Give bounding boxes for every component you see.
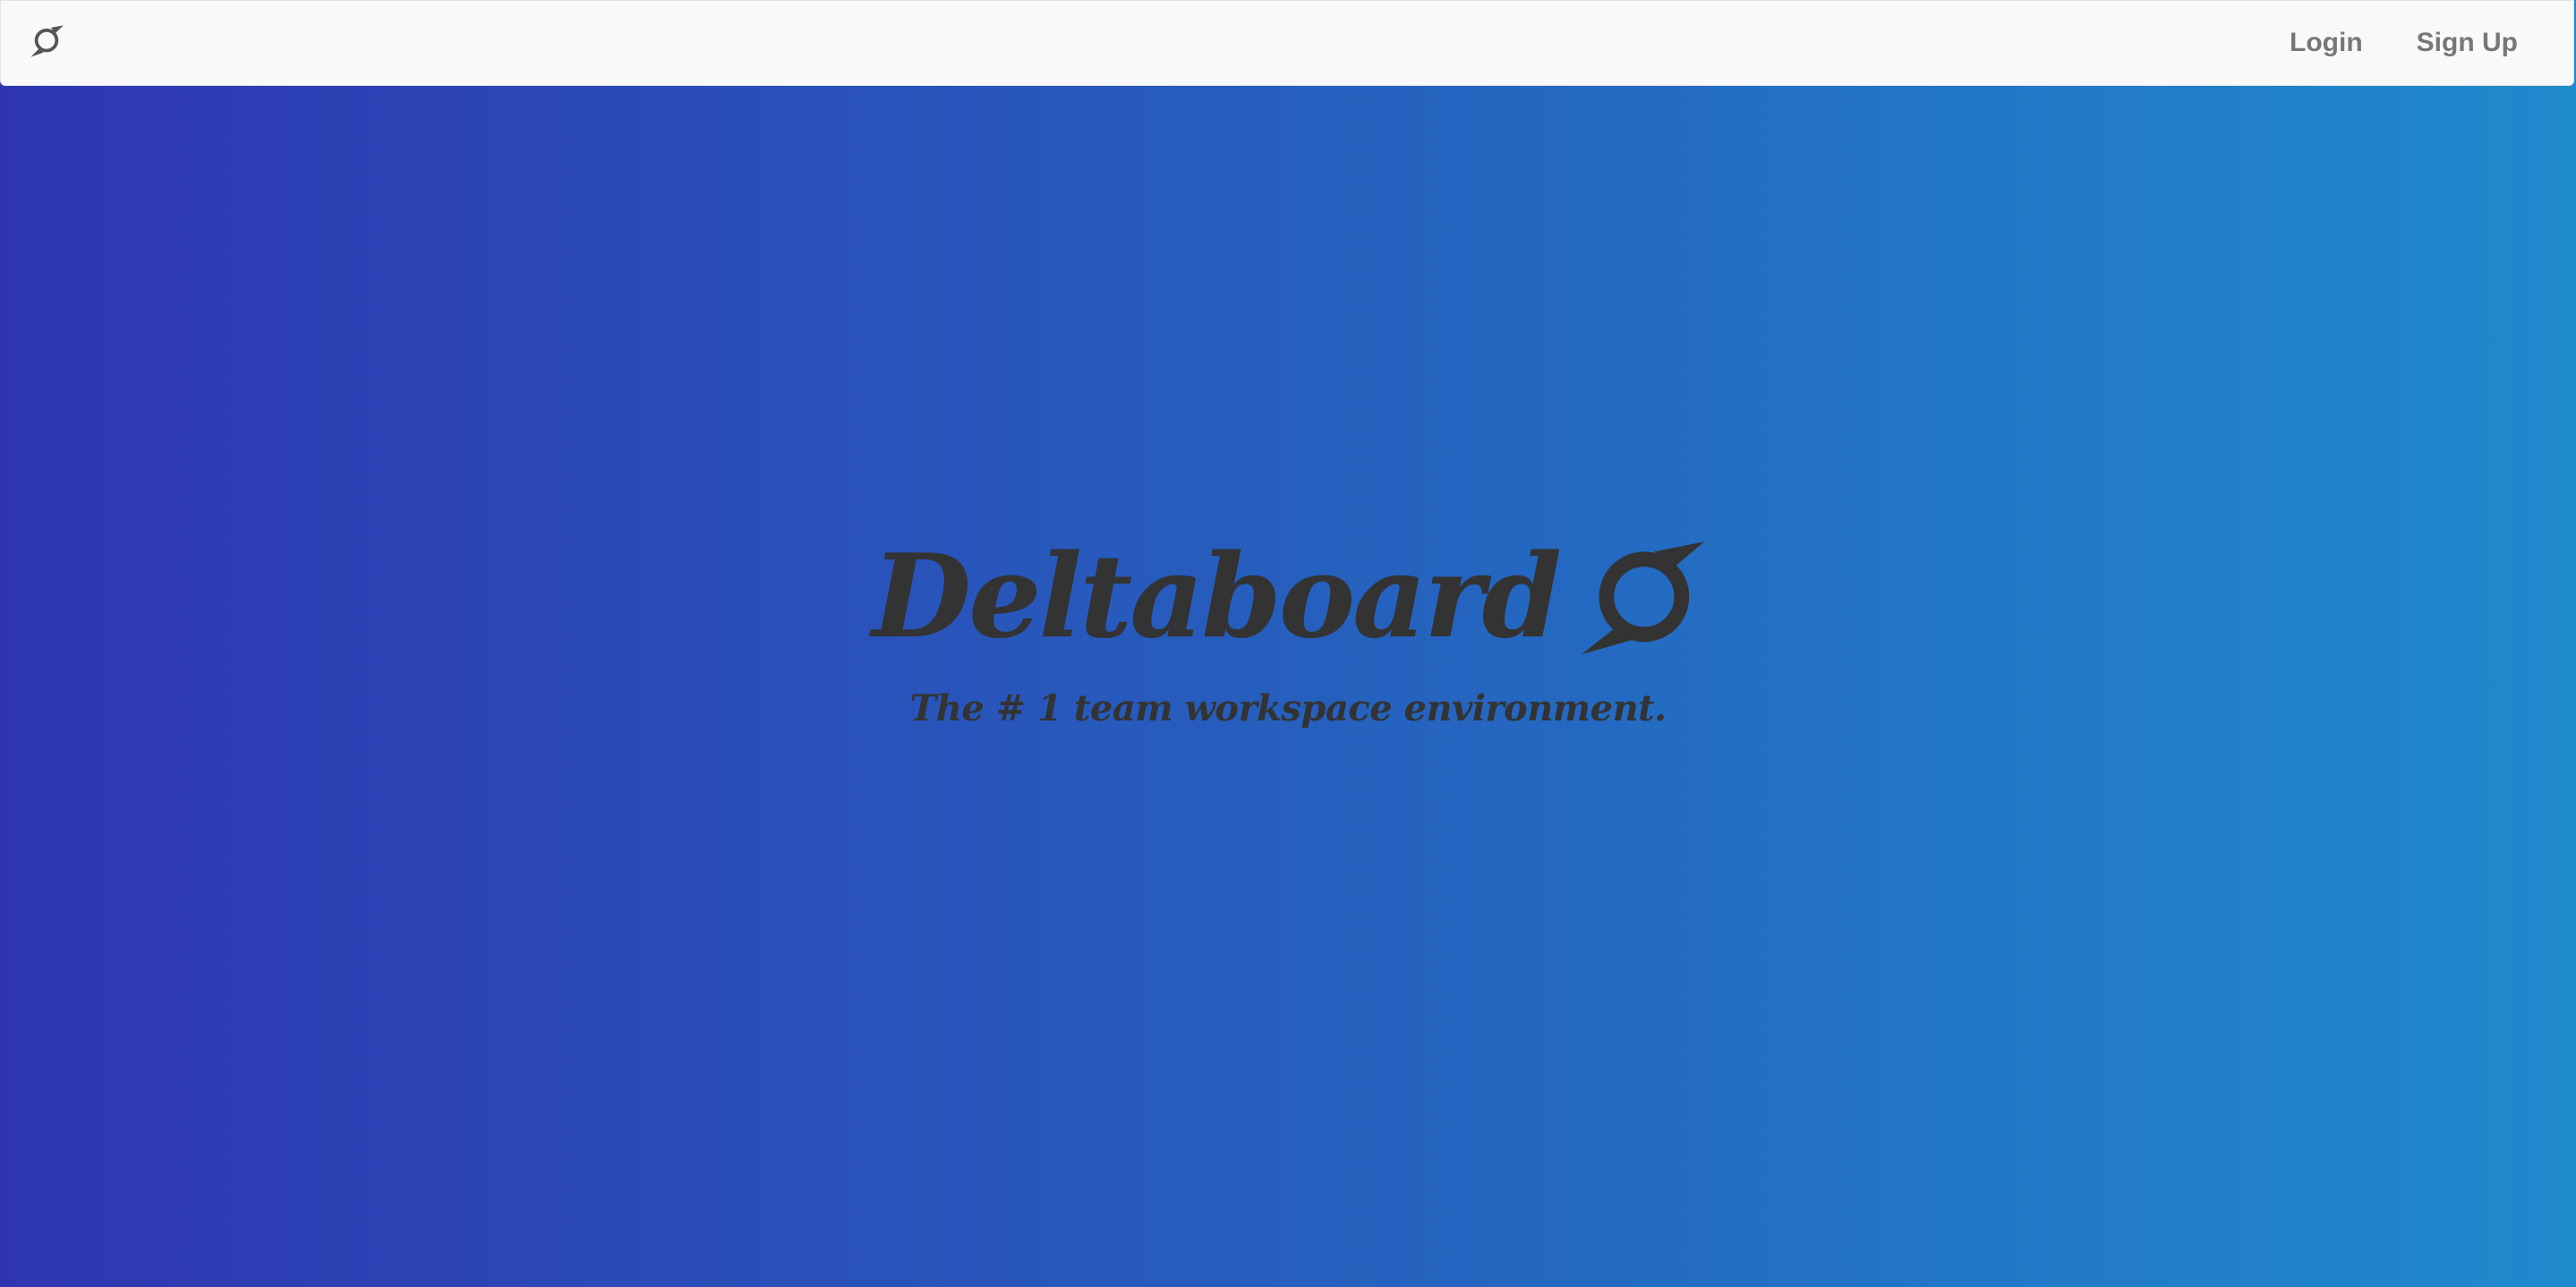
hero-subtitle: The # 1 team workspace environment. <box>909 687 1667 729</box>
signup-link[interactable]: Sign Up <box>2417 28 2518 58</box>
hero-section: Deltaboard The # 1 team workspace enviro… <box>0 537 2576 729</box>
login-link[interactable]: Login <box>2290 28 2363 58</box>
top-navbar: Login Sign Up <box>0 0 2574 86</box>
hero-title-row: Deltaboard <box>872 537 1704 657</box>
deltaboard-logo-icon <box>1579 532 1704 657</box>
nav-links: Login Sign Up <box>2290 1 2518 85</box>
deltaboard-logo-icon[interactable] <box>28 22 65 60</box>
hero-title: Deltaboard <box>872 530 1562 664</box>
